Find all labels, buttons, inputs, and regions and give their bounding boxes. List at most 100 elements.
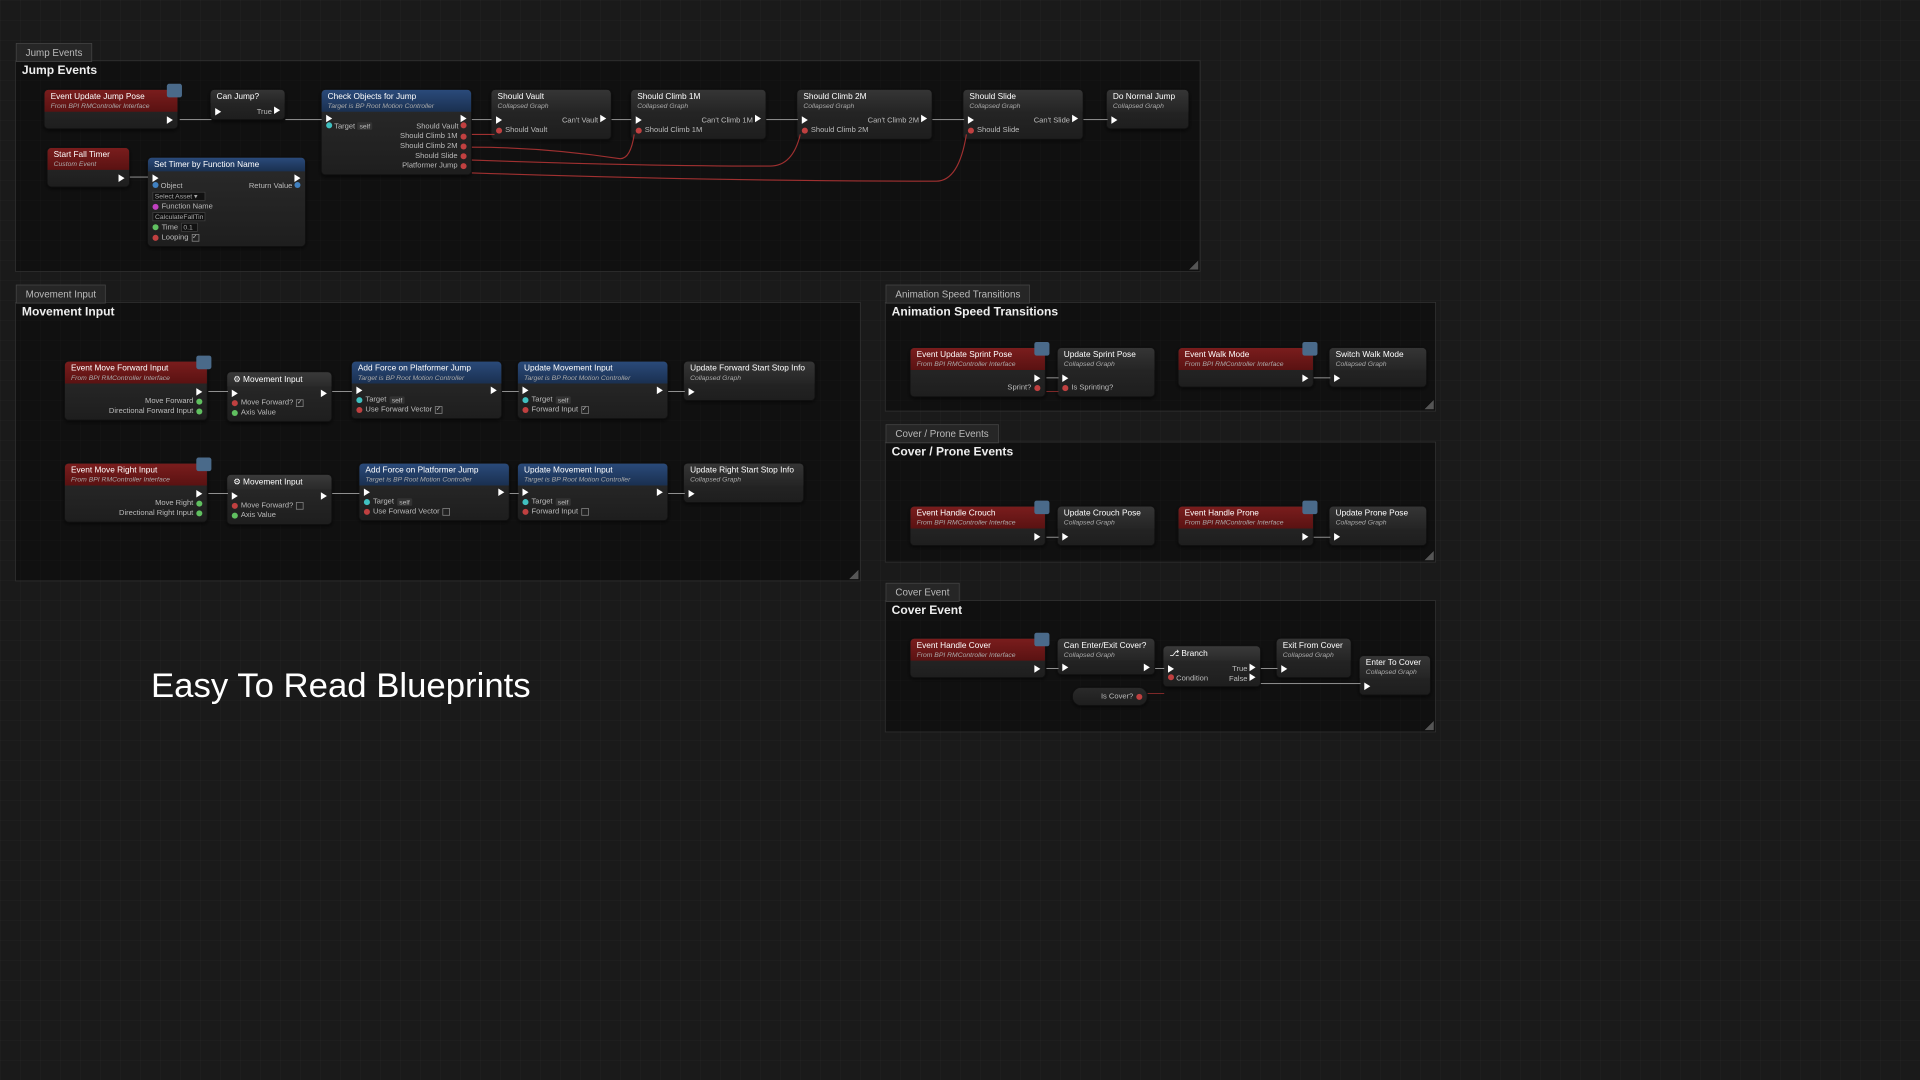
looping-pin-icon[interactable] (153, 234, 159, 240)
node-movement-input-1[interactable]: ⚙ Movement Input Move Forward? Axis Valu… (227, 371, 333, 422)
time-input[interactable] (181, 223, 198, 232)
time-pin-icon[interactable] (153, 224, 159, 230)
fname-pin-icon[interactable] (153, 203, 159, 209)
exec-in-icon[interactable] (1334, 533, 1340, 541)
out-pin-icon[interactable] (196, 408, 202, 414)
exec-out-icon[interactable] (119, 174, 125, 182)
exec-out-icon[interactable] (196, 388, 202, 396)
exec-out-icon[interactable] (1144, 664, 1150, 672)
out-pin-icon[interactable] (1034, 385, 1040, 391)
looping-checkbox[interactable] (191, 234, 199, 242)
exec-in-icon[interactable] (1334, 374, 1340, 382)
exec-true-icon[interactable] (1250, 664, 1256, 672)
comment-tab[interactable]: Movement Input (16, 285, 106, 304)
pin-icon[interactable] (364, 508, 370, 514)
exec-out-icon[interactable] (167, 116, 173, 124)
exec-false-icon[interactable] (1250, 673, 1256, 681)
pin-icon[interactable] (522, 407, 528, 413)
out-pin-icon[interactable] (461, 153, 467, 159)
object-pin-icon[interactable] (153, 182, 159, 188)
cond-pin-icon[interactable] (1168, 674, 1174, 680)
exec-out-icon[interactable] (321, 390, 327, 398)
checkbox[interactable] (296, 502, 304, 510)
exec-in-icon[interactable] (1062, 664, 1068, 672)
return-pin-icon[interactable] (294, 182, 300, 188)
in-pin-icon[interactable] (968, 127, 974, 133)
node-set-timer[interactable]: Set Timer by Function Name Object Return… (147, 157, 306, 247)
exec-out-icon[interactable] (1302, 533, 1308, 541)
comment-movement-input[interactable]: Movement Input Movement Input (15, 302, 861, 581)
exec-out-icon[interactable] (321, 492, 327, 500)
exec-out-icon[interactable] (1072, 115, 1078, 123)
resize-handle-icon[interactable] (1189, 260, 1198, 269)
checkbox[interactable] (443, 508, 451, 516)
node-is-cover[interactable]: Is Cover? (1072, 687, 1148, 706)
resize-handle-icon[interactable] (1425, 721, 1434, 730)
pin-icon[interactable] (356, 397, 362, 403)
node-branch[interactable]: ⎇ Branch True ConditionFalse (1163, 646, 1261, 688)
pin-icon[interactable] (232, 410, 238, 416)
out-pin-icon[interactable] (1136, 693, 1142, 699)
comment-tab[interactable]: Cover / Prone Events (886, 424, 999, 443)
exec-in-icon[interactable] (1111, 116, 1117, 124)
pin-icon[interactable] (522, 397, 528, 403)
exec-in-icon[interactable] (1062, 374, 1068, 382)
node-should-climb-2m[interactable]: Should Climb 2MCollapsed Graph Can't Cli… (797, 89, 933, 140)
node-can-jump[interactable]: Can Jump? True (210, 89, 285, 120)
target-pin-icon[interactable] (326, 122, 332, 128)
resize-handle-icon[interactable] (849, 570, 858, 579)
node-event-handle-prone[interactable]: Event Handle ProneFrom BPI RMController … (1178, 506, 1314, 546)
comment-tab[interactable]: Animation Speed Transitions (886, 285, 1031, 304)
node-update-fwd-info[interactable]: Update Forward Start Stop InfoCollapsed … (683, 361, 815, 401)
out-pin-icon[interactable] (196, 510, 202, 516)
pin-icon[interactable] (232, 512, 238, 518)
node-update-prone[interactable]: Update Prone PoseCollapsed Graph (1329, 506, 1427, 546)
checkbox[interactable] (435, 406, 443, 414)
out-pin-icon[interactable] (196, 500, 202, 506)
node-movement-input-2[interactable]: ⚙ Movement Input Move Forward? Axis Valu… (227, 474, 333, 525)
exec-in-icon[interactable] (802, 116, 808, 124)
exec-in-icon[interactable] (522, 488, 528, 496)
node-event-move-forward[interactable]: Event Move Forward InputFrom BPI RMContr… (64, 361, 207, 421)
node-event-move-right[interactable]: Event Move Right InputFrom BPI RMControl… (64, 463, 207, 523)
exec-in-icon[interactable] (1281, 665, 1287, 673)
resize-handle-icon[interactable] (1425, 551, 1434, 560)
exec-out-icon[interactable] (657, 488, 663, 496)
pin-icon[interactable] (232, 400, 238, 406)
checkbox[interactable] (296, 399, 304, 407)
node-switch-walk[interactable]: Switch Walk ModeCollapsed Graph (1329, 347, 1427, 387)
node-event-update-sprint[interactable]: Event Update Sprint PoseFrom BPI RMContr… (910, 347, 1046, 397)
exec-in-icon[interactable] (1168, 665, 1174, 673)
exec-in-icon[interactable] (522, 387, 528, 395)
exec-in-icon[interactable] (215, 108, 221, 116)
node-add-force-1[interactable]: Add Force on Platformer JumpTarget is BP… (351, 361, 502, 419)
out-pin-icon[interactable] (461, 122, 467, 128)
exec-in-icon[interactable] (356, 387, 362, 395)
exec-in-icon[interactable] (636, 116, 642, 124)
select-asset-dropdown[interactable] (153, 192, 206, 201)
resize-handle-icon[interactable] (1425, 400, 1434, 409)
node-update-movement-1[interactable]: Update Movement InputTarget is BP Root M… (517, 361, 668, 419)
in-pin-icon[interactable] (496, 127, 502, 133)
checkbox[interactable] (581, 508, 589, 516)
exec-out-icon[interactable] (491, 387, 497, 395)
exec-in-icon[interactable] (1062, 533, 1068, 541)
node-event-handle-crouch[interactable]: Event Handle CrouchFrom BPI RMController… (910, 506, 1046, 546)
node-exit-from-cover[interactable]: Exit From CoverCollapsed Graph (1276, 638, 1352, 678)
pin-icon[interactable] (522, 508, 528, 514)
node-should-slide[interactable]: Should SlideCollapsed Graph Can't Slide … (963, 89, 1084, 140)
pin-icon[interactable] (356, 407, 362, 413)
out-pin-icon[interactable] (461, 133, 467, 139)
exec-in-icon[interactable] (1364, 683, 1370, 691)
exec-in-icon[interactable] (496, 116, 502, 124)
node-should-vault[interactable]: Should VaultCollapsed Graph Can't Vault … (491, 89, 612, 140)
node-event-handle-cover[interactable]: Event Handle CoverFrom BPI RMController … (910, 638, 1046, 678)
exec-out-icon[interactable] (294, 174, 300, 182)
pin-icon[interactable] (364, 499, 370, 505)
node-event-walk-mode[interactable]: Event Walk ModeFrom BPI RMController Int… (1178, 347, 1314, 387)
node-update-sprint[interactable]: Update Sprint PoseCollapsed Graph Is Spr… (1057, 347, 1155, 397)
exec-out-icon[interactable] (755, 115, 761, 123)
exec-out-icon[interactable] (1034, 665, 1040, 673)
node-can-enter-exit-cover[interactable]: Can Enter/Exit Cover?Collapsed Graph (1057, 638, 1155, 675)
exec-out-icon[interactable] (196, 490, 202, 498)
